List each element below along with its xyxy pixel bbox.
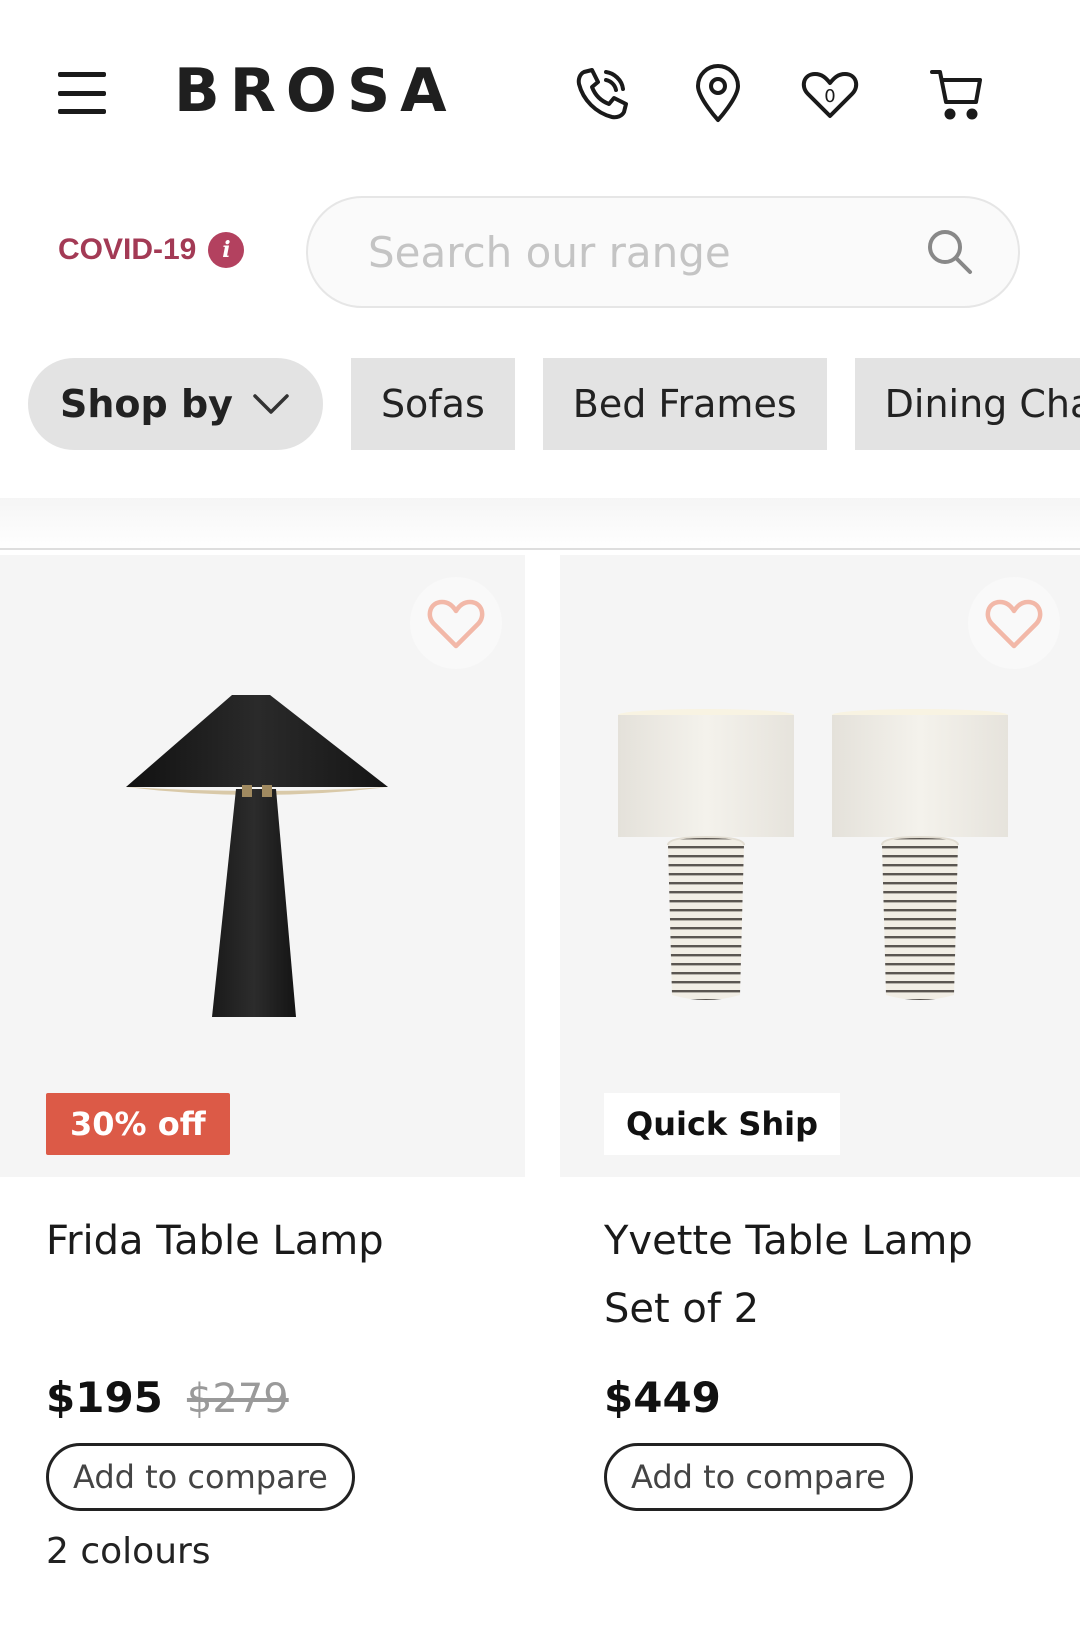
search-bar[interactable]: [306, 196, 1020, 308]
colour-count[interactable]: 2 colours: [0, 1531, 525, 1572]
cart-icon[interactable]: [924, 62, 988, 126]
chip-bed-frames[interactable]: Bed Frames: [542, 358, 827, 450]
shop-by-label: Shop by: [60, 382, 233, 426]
covid-label: COVID-19: [58, 233, 197, 266]
phone-icon[interactable]: [570, 62, 634, 126]
discount-badge: 30% off: [46, 1093, 230, 1155]
favorite-heart-icon[interactable]: [410, 577, 502, 669]
covid-notice[interactable]: COVID-19 i: [58, 232, 245, 268]
section-divider: [0, 548, 1080, 550]
price-row: $195 $279: [0, 1373, 525, 1431]
current-price: $195: [46, 1373, 163, 1422]
product-image[interactable]: 30% off: [0, 555, 525, 1177]
chip-sofas[interactable]: Sofas: [350, 358, 515, 450]
frida-lamp-image: [126, 695, 388, 1017]
price-row: $449: [560, 1373, 1080, 1431]
product-name[interactable]: Frida Table Lamp: [0, 1207, 525, 1343]
yvette-lamp-pair-image: [618, 709, 1008, 1000]
quick-ship-badge: Quick Ship: [604, 1093, 841, 1155]
chevron-down-icon: [253, 394, 289, 414]
favorite-heart-icon[interactable]: [968, 577, 1060, 669]
search-icon[interactable]: [922, 224, 978, 280]
add-to-compare-button[interactable]: Add to compare: [46, 1443, 355, 1511]
category-chips: Shop by Sofas Bed Frames Dining Chair: [28, 358, 1080, 450]
product-card[interactable]: 30% off Frida Table Lamp $195 $279 Add t…: [0, 555, 525, 1572]
brand-logo[interactable]: BROSA: [174, 56, 457, 126]
product-name[interactable]: Yvette Table Lamp Set of 2: [560, 1207, 1080, 1343]
product-listing-page: BROSA 0 COVID-19 i Search our range Shop…: [0, 0, 1080, 1627]
info-icon: i: [208, 232, 245, 268]
shop-by-dropdown[interactable]: Shop by: [28, 358, 323, 450]
current-price: $449: [604, 1373, 721, 1422]
search-input[interactable]: [368, 227, 922, 277]
wishlist-count: 0: [824, 86, 835, 107]
location-pin-icon[interactable]: [686, 62, 750, 126]
top-header: BROSA 0: [0, 0, 1080, 190]
product-card[interactable]: Quick Ship Yvette Table Lamp Set of 2 $4…: [560, 555, 1080, 1511]
add-to-compare-button[interactable]: Add to compare: [604, 1443, 913, 1511]
section-shadow: [0, 498, 1080, 550]
lamp-right: [832, 709, 1008, 1000]
original-price: $279: [186, 1376, 289, 1422]
menu-icon[interactable]: [58, 72, 106, 114]
wishlist-heart-icon[interactable]: 0: [798, 62, 862, 126]
chip-dining-chairs[interactable]: Dining Chair: [854, 358, 1080, 450]
lamp-left: [618, 709, 794, 1000]
product-image[interactable]: Quick Ship: [560, 555, 1080, 1177]
